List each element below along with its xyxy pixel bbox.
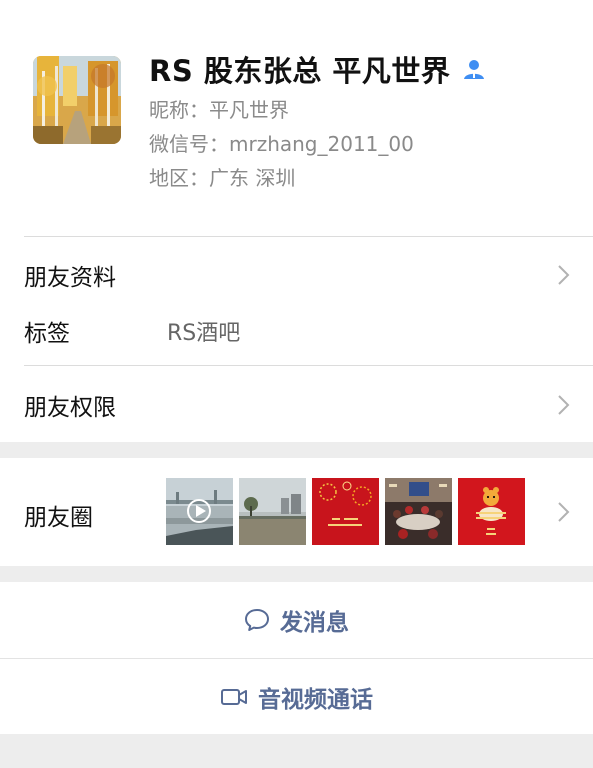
video-call-button[interactable]: 音视频通话 <box>0 658 593 734</box>
banquet-hall-thumb[interactable] <box>385 478 452 545</box>
display-name-row: RS 股东张总 平凡世界 <box>149 49 488 89</box>
details-section: 朋友资料 标签 RS酒吧 朋友权限 <box>0 236 593 442</box>
divider <box>24 236 593 237</box>
tiger-new-year-thumb[interactable] <box>458 478 525 545</box>
video-call-label: 音视频通话 <box>258 686 373 713</box>
chevron-right-icon <box>557 264 571 286</box>
moments-row[interactable]: 朋友圈 <box>0 458 593 566</box>
person-icon <box>462 56 488 82</box>
divider <box>24 365 593 366</box>
send-message-button[interactable]: 发消息 <box>0 582 593 658</box>
nickname-label: 昵称： <box>149 98 209 122</box>
tags-label: 标签 <box>24 321 70 347</box>
region-label: 地区： <box>149 166 209 190</box>
chat-bubble-icon <box>244 608 270 632</box>
wechat-id-value: mrzhang_2011_00 <box>229 132 414 156</box>
avatar[interactable] <box>33 56 121 144</box>
nickname-value: 平凡世界 <box>209 98 289 122</box>
red-fireworks-card-thumb[interactable] <box>312 478 379 545</box>
friend-info-label: 朋友资料 <box>24 265 116 291</box>
contact-profile-page: RS 股东张总 平凡世界 昵称：平凡世界 微信号：mrzhang_2011_00… <box>0 0 593 768</box>
wechat-id-label: 微信号： <box>149 132 229 156</box>
actions-section: 发消息 音视频通话 <box>0 582 593 734</box>
display-name: RS 股东张总 平凡世界 <box>149 54 451 88</box>
friend-permissions-label: 朋友权限 <box>24 395 116 421</box>
roadside-tree-thumb[interactable] <box>239 478 306 545</box>
wechat-id-line: 微信号：mrzhang_2011_00 <box>149 129 414 159</box>
nickname-line: 昵称：平凡世界 <box>149 95 289 125</box>
profile-header: RS 股东张总 平凡世界 昵称：平凡世界 微信号：mrzhang_2011_00… <box>0 0 593 236</box>
chevron-right-icon <box>557 501 571 523</box>
moments-thumbnails <box>166 478 525 545</box>
video-camera-icon <box>220 687 248 707</box>
tags-value: RS酒吧 <box>167 321 241 346</box>
chevron-right-icon <box>557 394 571 416</box>
autumn-forest-avatar-image <box>33 56 121 144</box>
send-message-label: 发消息 <box>280 610 349 636</box>
moments-label: 朋友圈 <box>24 505 93 531</box>
region-value: 广东 深圳 <box>209 166 296 190</box>
region-line: 地区：广东 深圳 <box>149 163 295 193</box>
video-road-thumb[interactable] <box>166 478 233 545</box>
